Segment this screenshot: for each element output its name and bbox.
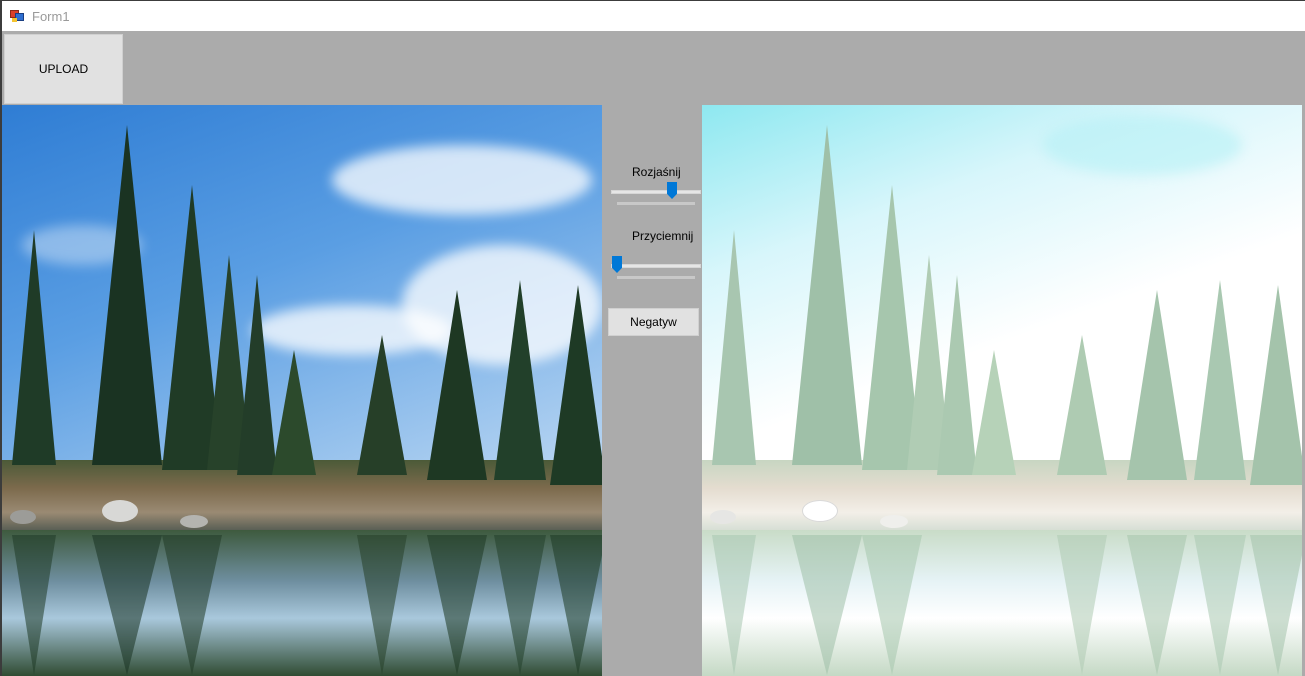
form-window: Form1 UPLOAD Rozjaśnij Przyciemnij Negat… <box>0 0 1305 676</box>
darken-slider[interactable] <box>611 256 701 282</box>
brighten-label: Rozjaśnij <box>632 165 681 179</box>
forest-lake-photo <box>2 105 602 676</box>
negative-button[interactable]: Negatyw <box>608 308 699 336</box>
slider-ticks <box>617 202 695 205</box>
slider-ticks <box>617 276 695 279</box>
title-bar: Form1 <box>2 1 1305 31</box>
processed-picture-box <box>702 105 1302 676</box>
brighten-slider-thumb[interactable] <box>667 182 677 199</box>
original-picture-box <box>2 105 602 676</box>
brighten-slider[interactable] <box>611 182 701 208</box>
darken-slider-thumb[interactable] <box>612 256 622 273</box>
slider-track <box>611 190 701 194</box>
slider-track <box>611 264 701 268</box>
darken-label: Przyciemnij <box>632 229 694 243</box>
forest-lake-photo-brightened <box>702 105 1302 676</box>
upload-button[interactable]: UPLOAD <box>4 34 123 104</box>
window-title: Form1 <box>32 8 70 24</box>
app-form-icon <box>10 9 24 23</box>
